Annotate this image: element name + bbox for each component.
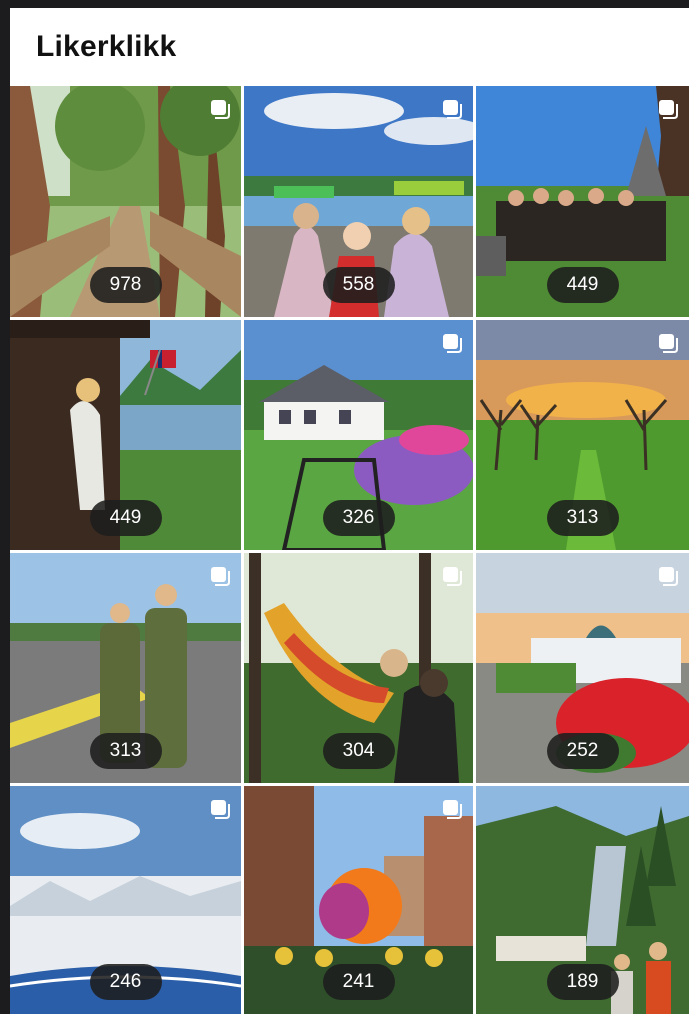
multiple-photos-icon <box>211 100 230 119</box>
likes-badge: 978 <box>89 267 162 303</box>
photo-tile-hammock-forest[interactable]: 304 <box>244 553 473 783</box>
likes-badge: 313 <box>89 733 162 769</box>
likes-badge: 313 <box>546 500 619 536</box>
likes-badge: 558 <box>322 267 395 303</box>
likes-badge: 304 <box>322 733 395 769</box>
photo-tile-pilots-runway[interactable]: 313 <box>10 553 241 783</box>
multiple-photos-icon <box>659 567 678 586</box>
photo-tile-white-house-garden[interactable]: 326 <box>244 320 473 550</box>
multiple-photos-icon <box>211 800 230 819</box>
multiple-photos-icon <box>659 100 678 119</box>
page-title: Likerklikk <box>36 30 177 63</box>
multiple-photos-icon <box>443 100 462 119</box>
likes-badge: 326 <box>322 500 395 536</box>
likes-badge: 449 <box>546 267 619 303</box>
multiple-photos-icon <box>443 334 462 353</box>
multiple-photos-icon <box>443 567 462 586</box>
likes-badge: 241 <box>322 964 395 1000</box>
photo-tile-valley-hikers[interactable]: 189 <box>476 786 689 1014</box>
header: Likerklikk <box>10 8 689 86</box>
likes-badge: 246 <box>89 964 162 1000</box>
photo-tile-orchard-sunset[interactable]: 313 <box>476 320 689 550</box>
likerklikk-panel: Likerklikk 978 558 449 449 326 313 313 3… <box>10 8 689 1014</box>
likes-badge: 449 <box>89 500 162 536</box>
multiple-photos-icon <box>659 334 678 353</box>
photo-tile-kids-lake[interactable]: 558 <box>244 86 473 317</box>
multiple-photos-icon <box>443 800 462 819</box>
likes-badge: 189 <box>546 964 619 1000</box>
photo-tile-crowd-church[interactable]: 449 <box>476 86 689 317</box>
multiple-photos-icon <box>211 567 230 586</box>
photo-tile-boardwalk-forest[interactable]: 978 <box>10 86 241 317</box>
photo-tile-woman-flag-fjord[interactable]: 449 <box>10 320 241 550</box>
photo-tile-manor-flowers[interactable]: 252 <box>476 553 689 783</box>
photo-tile-street-parade[interactable]: 241 <box>244 786 473 1014</box>
photo-tile-snowy-mountains[interactable]: 246 <box>10 786 241 1014</box>
likes-badge: 252 <box>546 733 619 769</box>
